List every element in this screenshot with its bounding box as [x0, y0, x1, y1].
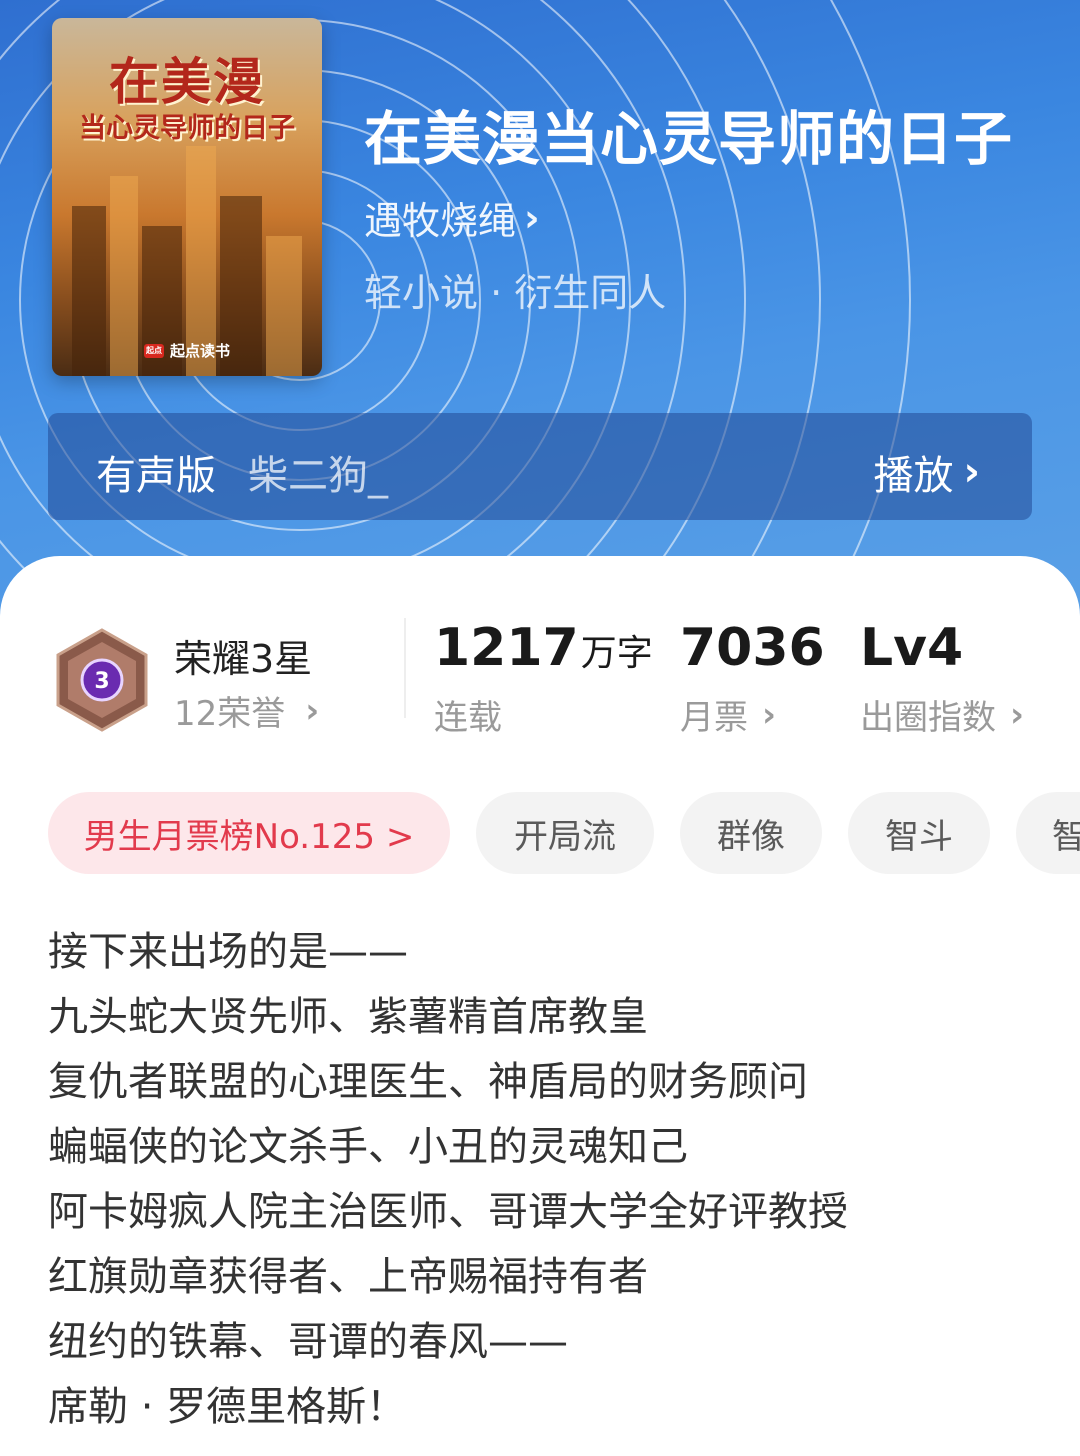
description-line: 接下来出场的是—— [48, 929, 408, 975]
audiobook-label: 有声版 [96, 453, 216, 499]
book-genre: 轻小说 · 衍生同人 [364, 271, 667, 315]
rank-tag[interactable]: 男生月票榜No.125 > [48, 792, 450, 874]
description-line: 蝙蝠侠的论文杀手、小丑的灵魂知己 [48, 1124, 688, 1170]
chevron-right-icon: › [762, 694, 777, 735]
chevron-right-icon: › [963, 449, 980, 495]
cover-building [266, 236, 302, 376]
cover-building [72, 206, 106, 376]
monthly-ticket-link[interactable]: 月票 › [680, 690, 776, 739]
description-line: 复仇者联盟的心理医生、神盾局的财务顾问 [48, 1059, 808, 1105]
tag-qunxiang[interactable]: 群像 [680, 792, 822, 874]
word-count-value: 1217万字 [434, 618, 653, 678]
popularity-index-link[interactable]: 出圈指数 › [860, 690, 1024, 739]
monthly-ticket-label: 月票 [680, 698, 748, 738]
popularity-index-label: 出圈指数 [860, 698, 996, 738]
word-count-number: 1217 [434, 618, 579, 678]
cover-title-line1: 在美漫 [109, 53, 265, 111]
chevron-right-icon: › [524, 195, 540, 240]
author-name: 遇牧烧绳 [364, 199, 517, 243]
author-link[interactable]: 遇牧烧绳 › [364, 190, 540, 245]
stats-divider [404, 618, 406, 718]
honor-badge-icon[interactable]: 3 [52, 628, 152, 732]
description-line: 席勒 · 罗德里格斯！ [48, 1384, 407, 1430]
publisher-name: 起点读书 [170, 342, 231, 360]
honor-level-number: 3 [94, 669, 109, 694]
honor-count-link[interactable]: 12荣誉 › [174, 686, 319, 735]
book-title: 在美漫当心灵导师的日子 [364, 105, 1014, 173]
play-button[interactable]: 播放 › [874, 443, 980, 501]
play-label: 播放 [873, 453, 954, 499]
monthly-ticket-value: 7036 [680, 618, 825, 678]
publisher-logo: 起点 起点读书 [144, 340, 230, 361]
chevron-right-icon: › [305, 690, 320, 731]
publisher-mark-icon: 起点 [144, 343, 164, 358]
tag-kaijuliu[interactable]: 开局流 [476, 792, 654, 874]
description-line: 阿卡姆疯人院主治医师、哥谭大学全好评教授 [48, 1189, 848, 1235]
chevron-right-icon: › [1010, 694, 1025, 735]
book-header: 在美漫 当心灵导师的日子 起点 起点读书 在美漫当心灵导师的日子 遇牧烧绳 › … [0, 0, 1080, 620]
description-line: 红旗勋章获得者、上帝赐福持有者 [48, 1254, 648, 1300]
popularity-index-value: Lv4 [860, 618, 964, 678]
book-cover[interactable]: 在美漫 当心灵导师的日子 起点 起点读书 [52, 18, 322, 376]
audiobook-narrator: 柴二狗_ [248, 453, 388, 499]
serial-status-label: 连载 [434, 698, 502, 738]
description-line: 九头蛇大贤先师、紫薯精首席教皇 [48, 994, 648, 1040]
book-description: 接下来出场的是—— 九头蛇大贤先师、紫薯精首席教皇 复仇者联盟的心理医生、神盾局… [48, 920, 1048, 1440]
word-count-unit: 万字 [580, 633, 653, 674]
cover-building [110, 176, 138, 376]
tag-zhidou[interactable]: 智斗 [848, 792, 990, 874]
honor-count: 12荣誉 [174, 694, 286, 734]
honor-title: 荣耀3星 [174, 637, 313, 681]
cover-title-line2: 当心灵导师的日子 [79, 113, 295, 144]
audiobook-bar[interactable]: 有声版 柴二狗_ 播放 › [48, 413, 1032, 520]
description-line: 纽约的铁幕、哥谭的春风—— [48, 1319, 568, 1365]
